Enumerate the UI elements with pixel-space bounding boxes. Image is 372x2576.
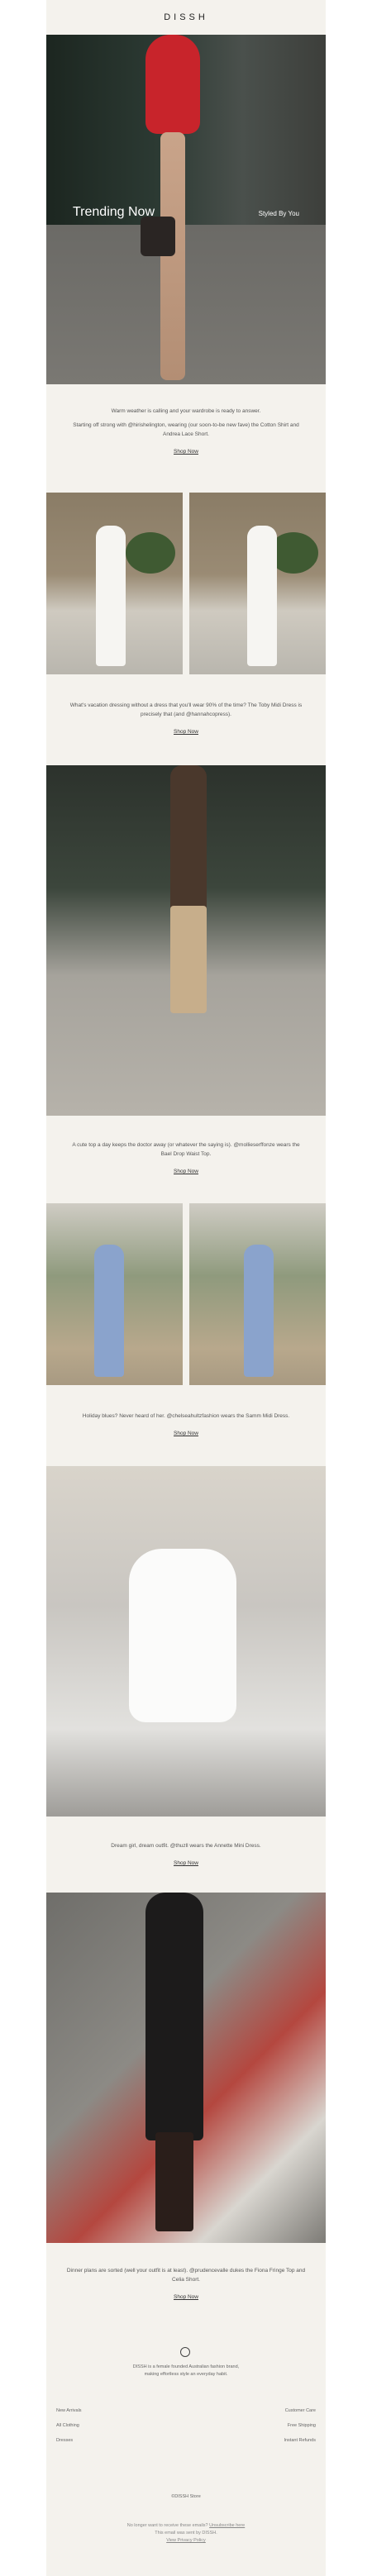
footer-link-free-shipping[interactable]: Free Shipping — [284, 2418, 316, 2433]
product-image-right[interactable] — [189, 493, 326, 674]
section-5-text: Dream girl, dream outfit. @thuzll wears … — [46, 1841, 326, 1868]
section-1-body: Starting off strong with @hirishelington… — [73, 422, 299, 437]
footer-about-line: DISSH is a female founded Australian fas… — [132, 2364, 240, 2369]
email-container: DISSH Trending Now Styled By You Warm we… — [46, 0, 326, 2576]
section-3-text: A cute top a day keeps the doctor away (… — [46, 1140, 326, 1176]
section-4-body: Holiday blues? Never heard of her. @chel… — [82, 1413, 290, 1419]
section-1-text: Warm weather is calling and your wardrob… — [46, 407, 326, 456]
shop-now-link[interactable]: Shop Now — [174, 1859, 198, 1868]
hero-styled-by: Styled By You — [258, 210, 299, 217]
hero-title: Trending Now — [73, 205, 155, 219]
shop-now-link[interactable]: Shop Now — [174, 727, 198, 736]
footer-links-left: New Arrivals All Clothing Dresses — [56, 2403, 82, 2448]
hero-image[interactable]: Trending Now Styled By You — [46, 35, 326, 384]
product-image-full[interactable] — [46, 1466, 326, 1817]
section-6-body: Dinner plans are sorted (well your outfi… — [66, 2268, 306, 2283]
model-black-fringe-outfit — [145, 1893, 203, 2140]
section-4-text: Holiday blues? Never heard of her. @chel… — [46, 1412, 326, 1438]
unsubscribe-prompt: No longer want to receive these emails? — [126, 2523, 208, 2528]
shop-now-link[interactable]: Shop Now — [174, 1429, 198, 1438]
shop-now-link[interactable]: Shop Now — [174, 447, 198, 456]
footer-link-instant-refunds[interactable]: Instant Refunds — [284, 2433, 316, 2448]
section-2-text: What's vacation dressing without a dress… — [46, 701, 326, 736]
email-header: DISSH — [46, 0, 326, 35]
model-trousers — [170, 906, 207, 1013]
section-5-body: Dream girl, dream outfit. @thuzll wears … — [111, 1843, 261, 1849]
footer-legal: No longer want to receive these emails? … — [46, 2522, 326, 2545]
model-boots — [155, 2132, 193, 2231]
copyright: ©DISSH Store — [171, 2494, 201, 2499]
product-image-left[interactable] — [46, 493, 183, 674]
footer-about: DISSH is a female founded Australian fas… — [46, 2364, 326, 2378]
unsubscribe-link[interactable]: Unsubscribe here — [209, 2523, 245, 2528]
product-image-full[interactable] — [46, 765, 326, 1116]
product-image-right[interactable] — [189, 1203, 326, 1385]
hero-model-jacket — [145, 35, 200, 134]
footer-link-dresses[interactable]: Dresses — [56, 2433, 82, 2448]
model-brown-top — [170, 765, 207, 914]
model-white-dress — [96, 526, 126, 666]
footer-about-line: making effortless style an everyday habi… — [144, 2372, 228, 2377]
shop-now-link[interactable]: Shop Now — [174, 2293, 198, 2302]
sent-by: This email was sent by DISSH. — [155, 2531, 217, 2536]
section-3-body: A cute top a day keeps the doctor away (… — [72, 1142, 300, 1157]
hero-model-bag — [141, 217, 175, 256]
product-image-full[interactable] — [46, 1893, 326, 2243]
footer-link-customer-care[interactable]: Customer Care — [284, 2403, 316, 2418]
footer-link-new-arrivals[interactable]: New Arrivals — [56, 2403, 82, 2418]
shop-now-link[interactable]: Shop Now — [174, 1167, 198, 1176]
product-image-left[interactable] — [46, 1203, 183, 1385]
section-6-text: Dinner plans are sorted (well your outfi… — [46, 2266, 326, 2302]
model-blue-dress — [94, 1245, 124, 1377]
footer-links-right: Customer Care Free Shipping Instant Refu… — [284, 2403, 316, 2448]
instagram-icon[interactable] — [180, 2347, 190, 2357]
plant — [126, 532, 175, 574]
brand-logo[interactable]: DISSH — [164, 12, 208, 22]
hero-street — [46, 225, 326, 384]
model-blue-dress — [244, 1245, 274, 1377]
section-2-body: What's vacation dressing without a dress… — [69, 702, 303, 717]
footer-link-all-clothing[interactable]: All Clothing — [56, 2418, 82, 2433]
model-white-dress — [247, 526, 277, 666]
section-1-intro: Warm weather is calling and your wardrob… — [111, 408, 261, 414]
model-white-mini-dress — [129, 1549, 236, 1722]
privacy-policy-link[interactable]: View Privacy Policy — [46, 2537, 326, 2545]
hero-model-legs — [160, 132, 185, 380]
